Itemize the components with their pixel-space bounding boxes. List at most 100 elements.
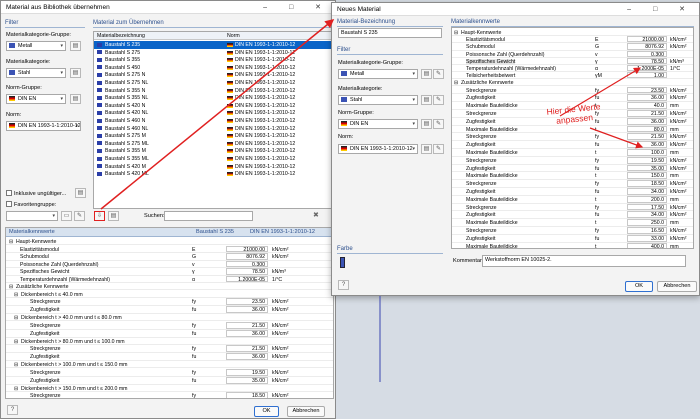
prop-value[interactable]: 21.50	[627, 133, 667, 140]
prop-value[interactable]: 150.0	[627, 172, 667, 179]
prop-value[interactable]: 78.50	[627, 57, 667, 65]
material-row[interactable]: Baustahl S 420 M DIN EN 1993-1-1:2010-12	[94, 163, 333, 171]
collapse-icon[interactable]: ⊟	[14, 339, 18, 345]
material-row[interactable]: Baustahl S 275 N DIN EN 1993-1-1:2010-12	[94, 71, 333, 79]
new-icon-button[interactable]: ▤	[108, 211, 119, 221]
norm-select[interactable]: DIN EN 1993-1-1:2010-12 ▾	[6, 121, 81, 131]
prop-value[interactable]: 1.2000E-05	[627, 65, 667, 72]
material-row[interactable]: Baustahl S 355 M DIN EN 1993-1-1:2010-12	[94, 147, 333, 155]
right-norm-group-edit-button[interactable]: ✎	[433, 119, 444, 129]
right-group-lib-button[interactable]: ▤	[421, 69, 432, 79]
right-norm-lib-button[interactable]: ▤	[421, 144, 432, 154]
prop-value[interactable]: 19.50	[627, 156, 667, 164]
material-row[interactable]: Baustahl S 275 M DIN EN 1993-1-1:2010-12	[94, 132, 333, 140]
comment-input[interactable]: Werkstoffnorm EN 10025-2.	[482, 255, 686, 267]
collapse-icon[interactable]: ⊟	[14, 362, 18, 368]
material-row[interactable]: Baustahl S 235 DIN EN 1993-1-1:2010-12	[94, 41, 333, 49]
fav-select[interactable]: ▾	[6, 211, 58, 221]
prop-value[interactable]: 34.00	[627, 211, 667, 218]
prop-value[interactable]: 200.0	[627, 195, 667, 203]
prop-value[interactable]: 36.00	[627, 141, 667, 148]
window-controls[interactable]: – □ ✕	[263, 3, 331, 11]
right-cancel-button[interactable]: Abbrechen	[657, 281, 697, 292]
prop-value[interactable]: 250.0	[627, 219, 667, 226]
search-input[interactable]	[164, 211, 253, 221]
material-row[interactable]: Baustahl S 275 DIN EN 1993-1-1:2010-12	[94, 49, 333, 57]
material-list[interactable]: Materialbezeichnung Norm Baustahl S 235 D…	[93, 31, 334, 209]
material-row[interactable]: Baustahl S 355 N DIN EN 1993-1-1:2010-12	[94, 87, 333, 95]
material-row[interactable]: Baustahl S 460 NL DIN EN 1993-1-1:2010-12	[94, 125, 333, 133]
prop-value[interactable]: 400.0	[627, 242, 667, 248]
prop-value[interactable]: 34.00	[627, 188, 667, 195]
incl-invalid-checkbox[interactable]: Inklusive ungültiger...	[6, 190, 66, 197]
group-lib-button[interactable]: ▤	[70, 41, 81, 51]
prop-value[interactable]: 1.00	[627, 72, 667, 79]
right-norm-group-lib-button[interactable]: ▤	[421, 119, 432, 129]
material-name: Baustahl S 460 NL	[105, 125, 149, 132]
material-row[interactable]: Baustahl S 355 NL DIN EN 1993-1-1:2010-12	[94, 94, 333, 102]
checkbox-box[interactable]	[6, 190, 12, 196]
prop-value[interactable]: 35.00	[627, 164, 667, 172]
norm-group-select[interactable]: DIN EN ▾	[6, 94, 66, 104]
help-button[interactable]: ?	[7, 405, 18, 415]
right-ok-button[interactable]: OK	[625, 281, 653, 292]
prop-value[interactable]: 16.50	[627, 227, 667, 234]
group-select[interactable]: Metall ▾	[6, 41, 66, 51]
flag-de-icon	[9, 123, 15, 128]
fav-checkbox[interactable]: Favoritengruppe:	[6, 201, 56, 208]
collapse-icon[interactable]: ⊟	[14, 315, 18, 321]
collapse-icon[interactable]: ⊟	[454, 80, 458, 86]
cat-select[interactable]: Stahl ▾	[6, 68, 66, 78]
prop-value[interactable]: 33.00	[627, 234, 667, 242]
name-input[interactable]: Baustahl S 235	[338, 28, 442, 38]
flag-de-icon	[227, 73, 233, 78]
right-cat-select[interactable]: Stahl ▾	[338, 95, 418, 105]
prop-value[interactable]: 8076.92	[627, 43, 667, 50]
material-row[interactable]: Baustahl S 450 DIN EN 1993-1-1:2010-12	[94, 64, 333, 72]
right-group-select[interactable]: Metall ▾	[338, 69, 418, 79]
take-over-icon-button[interactable]: ⇩	[94, 211, 105, 221]
prop-value[interactable]: 21000.00	[627, 36, 667, 43]
norm-group-lib-button[interactable]: ▤	[70, 94, 81, 104]
prop-value[interactable]: 23.50	[627, 86, 667, 94]
prop-value[interactable]: 36.00	[627, 94, 667, 101]
prop-value[interactable]: 100.0	[627, 149, 667, 156]
prop-value[interactable]: 40.0	[627, 102, 667, 109]
material-row[interactable]: Baustahl S 420 ML DIN EN 1993-1-1:2010-12	[94, 170, 333, 178]
collapse-icon[interactable]: ⊟	[9, 239, 13, 245]
collapse-icon[interactable]: ⊟	[454, 30, 458, 36]
material-row[interactable]: Baustahl S 355 ML DIN EN 1993-1-1:2010-12	[94, 155, 333, 163]
material-row[interactable]: Baustahl S 355 DIN EN 1993-1-1:2010-12	[94, 56, 333, 64]
cat-lib-button[interactable]: ▤	[70, 68, 81, 78]
prop-value[interactable]: 36.00	[627, 117, 667, 125]
collapse-icon[interactable]: ⊟	[9, 284, 13, 290]
right-help-button[interactable]: ?	[338, 280, 349, 290]
material-row[interactable]: Baustahl S 420 N DIN EN 1993-1-1:2010-12	[94, 102, 333, 110]
collapse-icon[interactable]: ⊟	[14, 292, 18, 298]
right-norm-edit-button[interactable]: ✎	[433, 144, 444, 154]
fav-edit-button[interactable]: ✎	[74, 211, 85, 221]
material-row[interactable]: Baustahl S 275 ML DIN EN 1993-1-1:2010-12	[94, 140, 333, 148]
prop-value[interactable]: 0.300	[627, 50, 667, 58]
prop-value[interactable]: 80.0	[627, 125, 667, 133]
checkbox-box[interactable]	[6, 201, 12, 207]
left-ok-button[interactable]: OK	[254, 406, 279, 417]
right-norm-group-select[interactable]: DIN EN ▾	[338, 119, 418, 129]
right-cat-lib-button[interactable]: ▤	[421, 95, 432, 105]
prop-value[interactable]: 17.50	[627, 203, 667, 211]
prop-value[interactable]: 21.50	[627, 110, 667, 117]
material-row[interactable]: Baustahl S 460 N DIN EN 1993-1-1:2010-12	[94, 117, 333, 125]
left-cancel-button[interactable]: Abbrechen	[287, 406, 325, 417]
fav-folder-button[interactable]: ▭	[61, 211, 72, 221]
right-norm-select[interactable]: DIN EN 1993-1-1:2010-12 ▾	[338, 144, 418, 154]
material-row[interactable]: Baustahl S 420 NL DIN EN 1993-1-1:2010-12	[94, 109, 333, 117]
right-cat-edit-button[interactable]: ✎	[433, 95, 444, 105]
clear-filter-icon[interactable]: ✖	[313, 211, 319, 219]
incl-lib-button[interactable]: ▤	[75, 188, 86, 198]
prop-value[interactable]: 18.50	[627, 180, 667, 187]
material-row[interactable]: Baustahl S 275 NL DIN EN 1993-1-1:2010-12	[94, 79, 333, 87]
window-controls[interactable]: – □ ✕	[627, 5, 695, 13]
color-swatch[interactable]	[340, 257, 345, 268]
right-group-edit-button[interactable]: ✎	[433, 69, 444, 79]
collapse-icon[interactable]: ⊟	[14, 386, 18, 392]
